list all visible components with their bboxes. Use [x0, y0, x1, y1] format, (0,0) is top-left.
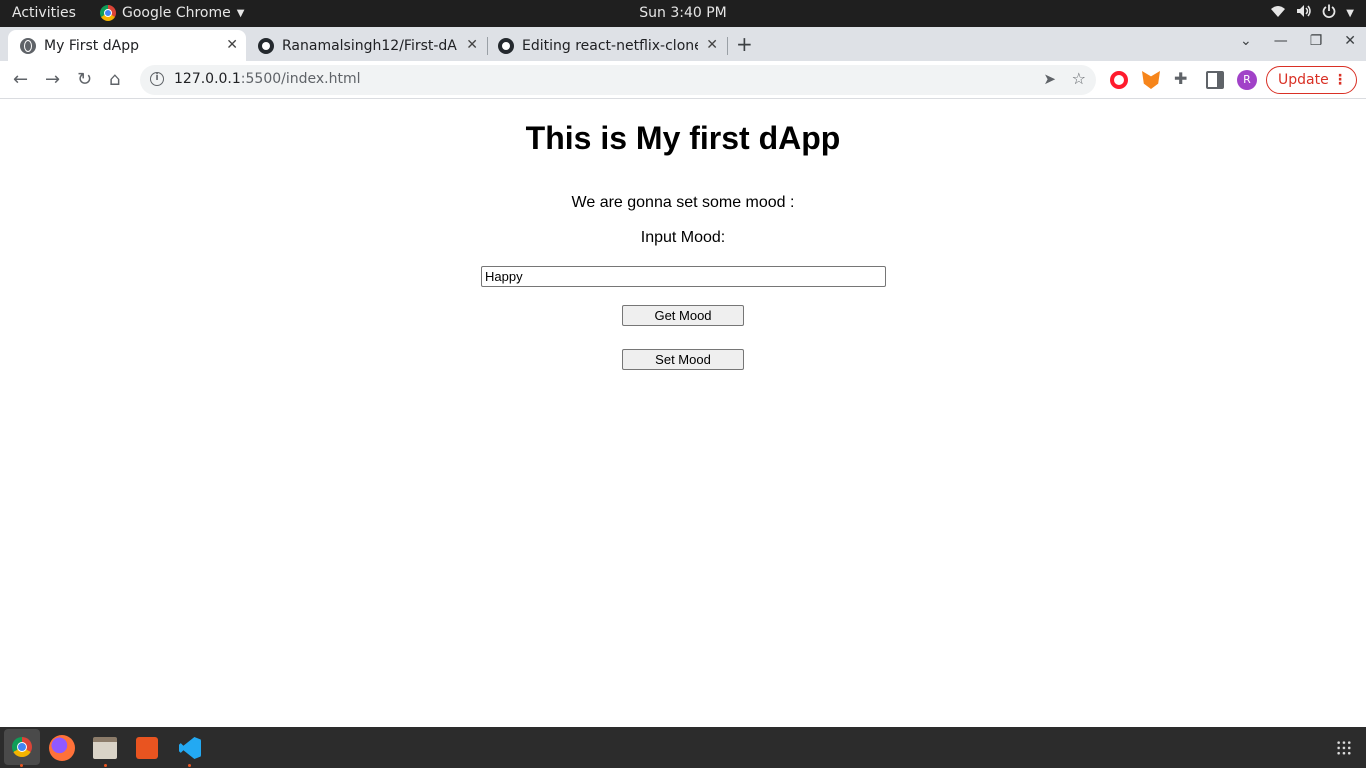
forward-arrow-icon[interactable]: →: [45, 69, 60, 90]
system-tray[interactable]: ▼: [1270, 4, 1354, 22]
globe-icon: [20, 37, 36, 54]
mood-input[interactable]: [481, 266, 886, 287]
tab-strip: My First dApp ✕ Ranamalsingh12/First-dAp…: [0, 27, 1366, 61]
tab-search-icon[interactable]: ⌄: [1240, 33, 1252, 49]
chrome-icon: [12, 737, 32, 757]
extensions-puzzle-icon[interactable]: ✚: [1174, 69, 1192, 88]
dock-firefox-icon[interactable]: [49, 735, 75, 761]
update-button[interactable]: Update ⋮: [1266, 66, 1357, 94]
tab-title: Editing react-netflix-clone: [522, 37, 698, 54]
chrome-icon: [100, 5, 116, 21]
tab-editing-netflix-clone[interactable]: Editing react-netflix-clone ✕: [488, 30, 726, 61]
dock-software-store-icon[interactable]: [136, 737, 158, 759]
profile-avatar[interactable]: R: [1237, 70, 1257, 90]
dock-chrome-icon[interactable]: [4, 729, 40, 765]
site-info-icon[interactable]: i: [150, 72, 164, 86]
running-indicator: [188, 764, 191, 767]
app-menu[interactable]: Google Chrome ▼: [100, 5, 244, 21]
minimize-icon[interactable]: —: [1274, 33, 1288, 49]
get-mood-button[interactable]: Get Mood: [622, 305, 744, 326]
wifi-icon: [1270, 4, 1286, 22]
chevron-down-icon: ▼: [1346, 7, 1354, 19]
github-icon: [258, 37, 274, 54]
address-path: :5500/index.html: [240, 71, 361, 87]
address-host: 127.0.0.1: [174, 71, 241, 87]
github-icon: [498, 37, 514, 54]
dock-vscode-icon[interactable]: [179, 737, 201, 759]
tab-github-first-dapp[interactable]: Ranamalsingh12/First-dApp ✕: [248, 30, 486, 61]
power-icon: [1322, 4, 1336, 22]
tab-title: Ranamalsingh12/First-dApp: [282, 37, 458, 54]
activities-button[interactable]: Activities: [12, 5, 76, 21]
address-bar[interactable]: i 127.0.0.1:5500/index.html ➤ ☆: [140, 65, 1096, 95]
set-mood-button[interactable]: Set Mood: [622, 349, 744, 370]
volume-icon: [1296, 4, 1312, 22]
reload-icon[interactable]: ↻: [77, 69, 92, 90]
app-menu-label: Google Chrome: [122, 5, 231, 21]
page-title: This is My first dApp: [525, 120, 841, 156]
new-tab-icon[interactable]: +: [736, 32, 753, 56]
running-indicator: [20, 764, 23, 767]
close-icon[interactable]: ✕: [226, 37, 238, 53]
address-text: 127.0.0.1:5500/index.html: [174, 71, 361, 87]
metamask-fox-icon[interactable]: [1142, 71, 1160, 89]
opera-extension-icon[interactable]: [1110, 71, 1128, 89]
close-window-icon[interactable]: ✕: [1344, 33, 1356, 49]
restore-icon[interactable]: ❐: [1310, 33, 1323, 49]
update-label: Update: [1278, 72, 1329, 88]
send-tab-icon[interactable]: ➤: [1043, 70, 1056, 88]
tab-my-first-dapp[interactable]: My First dApp ✕: [8, 30, 246, 61]
close-icon[interactable]: ✕: [466, 37, 478, 53]
dock-files-icon[interactable]: [93, 737, 117, 759]
tab-divider: [727, 37, 728, 55]
menu-kebab-icon: ⋮: [1333, 72, 1347, 88]
lead-text: We are gonna set some mood :: [571, 194, 795, 211]
browser-toolbar: ← → ↻ ⌂ i 127.0.0.1:5500/index.html ➤ ☆ …: [0, 61, 1366, 99]
show-applications-icon[interactable]: [1336, 740, 1352, 756]
page-content: This is My first dApp We are gonna set s…: [0, 100, 1366, 727]
clock[interactable]: Sun 3:40 PM: [639, 5, 727, 21]
back-arrow-icon[interactable]: ←: [13, 69, 28, 90]
dock: [0, 727, 1366, 768]
chevron-down-icon: ▼: [236, 7, 245, 19]
system-top-bar: Activities Google Chrome ▼ Sun 3:40 PM ▼: [0, 0, 1366, 27]
tab-title: My First dApp: [44, 37, 139, 54]
close-icon[interactable]: ✕: [706, 37, 718, 53]
running-indicator: [104, 764, 107, 767]
window-controls: ⌄ — ❐ ✕: [1240, 33, 1356, 49]
bookmark-star-icon[interactable]: ☆: [1072, 69, 1086, 88]
home-icon[interactable]: ⌂: [109, 69, 120, 90]
input-mood-label: Input Mood:: [640, 229, 726, 246]
side-panel-icon[interactable]: [1206, 71, 1224, 89]
